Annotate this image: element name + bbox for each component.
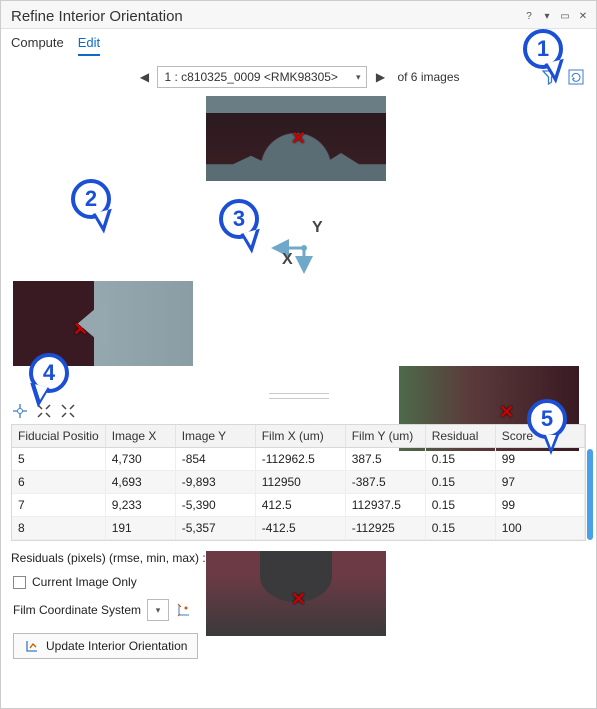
filter-icon[interactable] xyxy=(540,67,560,87)
fiducial-left[interactable]: ✕ xyxy=(13,281,193,366)
pick-point-icon[interactable] xyxy=(11,402,29,420)
tab-compute[interactable]: Compute xyxy=(11,35,64,56)
fiducial-mark-icon: ✕ xyxy=(73,319,88,340)
image-dropdown-label: 1 : c810325_0009 <RMK98305> xyxy=(164,70,337,84)
fiducial-mark-icon: ✕ xyxy=(291,128,306,149)
close-icon[interactable]: ✕ xyxy=(576,10,590,24)
current-image-only-label: Current Image Only xyxy=(32,575,137,589)
update-interior-orientation-button[interactable]: Update Interior Orientation xyxy=(13,633,198,659)
titlebar-controls: ? ▾ ▭ ✕ xyxy=(522,10,590,24)
prev-image-button[interactable]: ◀ xyxy=(137,70,151,84)
table-row[interactable]: 8 191 -5,357 -412.5 -112925 0.15 100 xyxy=(12,517,585,540)
fiducial-top[interactable]: ✕ xyxy=(206,96,386,181)
expand-out-icon[interactable] xyxy=(59,402,77,420)
svg-text:X: X xyxy=(282,251,293,268)
col-score[interactable]: Score xyxy=(495,425,584,448)
fiducial-center-axes[interactable]: Y X xyxy=(206,196,386,281)
panel-title: Refine Interior Orientation xyxy=(11,8,183,25)
image-count-label: of 6 images xyxy=(397,70,459,84)
menu-icon[interactable]: ▾ xyxy=(540,10,554,24)
col-image-y[interactable]: Image Y xyxy=(175,425,255,448)
image-dropdown[interactable]: 1 : c810325_0009 <RMK98305> ▾ xyxy=(157,66,367,88)
col-film-x[interactable]: Film X (um) xyxy=(255,425,345,448)
fiducial-preview-area: ✕ ✕ Y X ✕ ✕ xyxy=(1,96,596,386)
table-row[interactable]: 6 4,693 -9,893 112950 -387.5 0.15 97 xyxy=(12,471,585,494)
film-coord-tool-icon[interactable] xyxy=(175,601,193,619)
table-row[interactable]: 5 4,730 -854 -112962.5 387.5 0.15 99 xyxy=(12,448,585,471)
tab-edit[interactable]: Edit xyxy=(78,35,100,56)
film-coord-label: Film Coordinate System xyxy=(13,603,141,617)
col-residual[interactable]: Residual xyxy=(425,425,495,448)
next-image-button[interactable]: ▶ xyxy=(373,70,387,84)
table-scrollbar[interactable] xyxy=(587,449,593,540)
update-icon xyxy=(24,638,40,654)
help-icon[interactable]: ? xyxy=(522,10,536,24)
fiducial-bottom[interactable]: ✕ xyxy=(206,551,386,636)
col-film-y[interactable]: Film Y (um) xyxy=(345,425,425,448)
film-coord-dropdown[interactable]: ▾ xyxy=(147,599,169,621)
axis-icon: Y X xyxy=(266,216,346,276)
svg-text:Y: Y xyxy=(312,219,323,236)
current-image-only-checkbox[interactable] xyxy=(13,576,26,589)
chevron-down-icon: ▾ xyxy=(356,72,361,83)
image-selector-row: ◀ 1 : c810325_0009 <RMK98305> ▾ ▶ of 6 i… xyxy=(1,56,596,92)
col-image-x[interactable]: Image X xyxy=(105,425,175,448)
collapse-in-icon[interactable] xyxy=(35,402,53,420)
update-button-label: Update Interior Orientation xyxy=(46,639,187,653)
table-header-row: Fiducial Positio Image X Image Y Film X … xyxy=(12,425,585,448)
fiducial-mark-icon: ✕ xyxy=(291,589,306,610)
fiducial-mark-icon: ✕ xyxy=(499,402,514,423)
titlebar: Refine Interior Orientation ? ▾ ▭ ✕ xyxy=(1,1,596,29)
refresh-settings-icon[interactable] xyxy=(566,67,586,87)
tab-bar: Compute Edit xyxy=(1,29,596,56)
table-row[interactable]: 7 9,233 -5,390 412.5 112937.5 0.15 99 xyxy=(12,494,585,517)
fiducial-table: Fiducial Positio Image X Image Y Film X … xyxy=(11,424,586,541)
dock-icon[interactable]: ▭ xyxy=(558,10,572,24)
col-fiducial-pos[interactable]: Fiducial Positio xyxy=(12,425,105,448)
